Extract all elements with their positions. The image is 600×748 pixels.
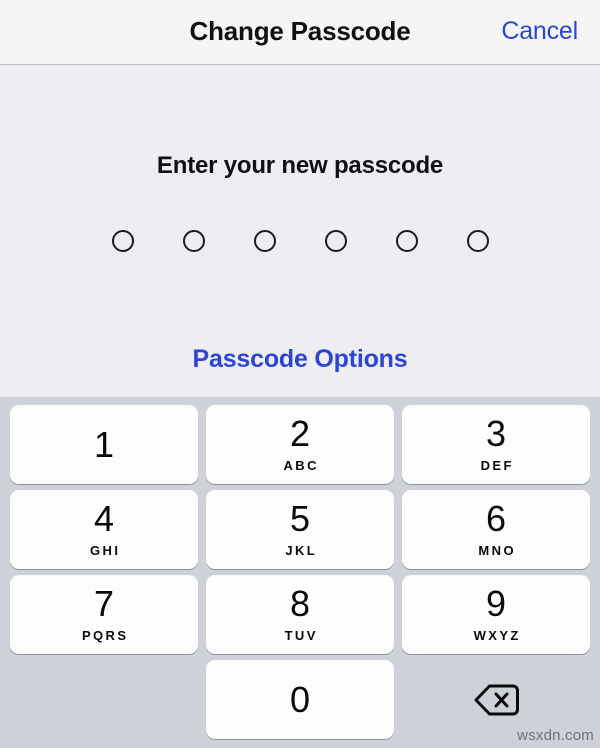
key-8[interactable]: 8 TUV [206, 575, 394, 654]
key-letters-label: MNO [478, 542, 516, 558]
key-digit-label: 0 [289, 678, 311, 720]
key-letters-label: PQRS [81, 627, 129, 643]
passcode-dot [253, 230, 276, 252]
key-digit-label: 8 [289, 582, 311, 624]
keypad-row: 4 GHI 5 JKL 6 MNO [10, 490, 590, 569]
key-2[interactable]: 2 ABC [206, 405, 394, 484]
key-letters-label: TUV [284, 627, 318, 643]
key-digit-label: 1 [93, 423, 115, 465]
key-0[interactable]: 0 [206, 660, 394, 739]
key-1[interactable]: 1 [10, 405, 198, 484]
key-7[interactable]: 7 PQRS [10, 575, 198, 654]
change-passcode-screen: Change Passcode Cancel Enter your new pa… [0, 0, 600, 748]
watermark: wsxdn.com [517, 727, 594, 744]
key-5[interactable]: 5 JKL [206, 490, 394, 569]
key-digit-label: 3 [485, 412, 507, 454]
key-digit-label: 7 [93, 582, 115, 624]
key-6[interactable]: 6 MNO [402, 490, 590, 569]
key-3[interactable]: 3 DEF [402, 405, 590, 484]
key-letters-label: DEF [480, 457, 514, 473]
key-4[interactable]: 4 GHI [10, 490, 198, 569]
numeric-keypad: 1 2 ABC 3 DEF 4 GHI 5 JKL 6 MNO 7 PQRS 8 TUV 9 WXYZ 0 [0, 397, 600, 748]
key-digit-label: 9 [485, 582, 507, 624]
passcode-dot [111, 230, 134, 252]
passcode-prompt-area: Enter your new passcode Passcode Options [0, 65, 600, 397]
key-letters-label: JKL [285, 542, 318, 558]
key-digit-label: 6 [485, 497, 507, 539]
keypad-row: 1 2 ABC 3 DEF [10, 405, 590, 484]
key-digit-label: 2 [289, 412, 311, 454]
passcode-prompt-label: Enter your new passcode [156, 152, 444, 179]
navigation-bar: Change Passcode Cancel [0, 0, 600, 65]
key-letters-label: GHI [90, 542, 121, 558]
key-digit-label: 4 [93, 497, 115, 539]
keypad-row-bottom: 0 [10, 660, 590, 739]
keypad-row: 7 PQRS 8 TUV 9 WXYZ [10, 575, 590, 654]
keypad-blank-slot [10, 660, 198, 739]
passcode-dot [182, 230, 205, 252]
passcode-options-link[interactable]: Passcode Options [0, 345, 600, 374]
key-letters-label: WXYZ [473, 627, 521, 643]
passcode-dot [466, 230, 489, 252]
passcode-dot [395, 230, 418, 252]
passcode-dots-indicator [0, 230, 600, 252]
key-9[interactable]: 9 WXYZ [402, 575, 590, 654]
key-digit-label: 5 [289, 497, 311, 539]
key-letters-label: ABC [283, 457, 319, 473]
cancel-button[interactable]: Cancel [501, 17, 578, 46]
passcode-dot [324, 230, 347, 252]
